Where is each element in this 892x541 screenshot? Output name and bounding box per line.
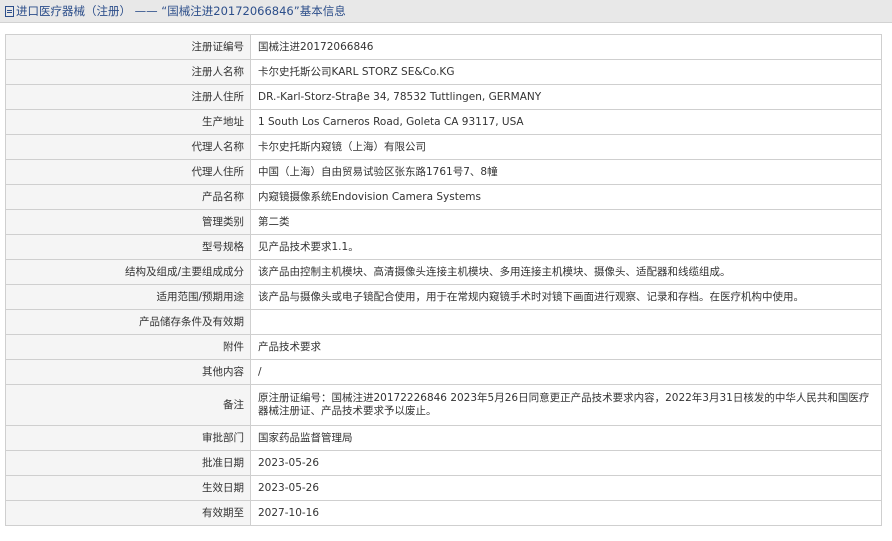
- storage-conditions-value: [250, 309, 882, 335]
- structure-composition-value: 该产品由控制主机模块、高清摄像头连接主机模块、多用连接主机模块、摄像头、适配器和…: [250, 259, 882, 285]
- info-row-effective-date: 生效日期 2023-05-26: [5, 475, 882, 501]
- info-row-model-spec: 型号规格 见产品技术要求1.1。: [5, 234, 882, 260]
- registrant-address-value: DR.-Karl-Storz-Straβe 34, 78532 Tuttling…: [250, 84, 882, 110]
- production-address-label: 生产地址: [5, 109, 251, 135]
- model-spec-label: 型号规格: [5, 234, 251, 260]
- remarks-value: 原注册证编号：国械注进20172226846 2023年5月26日同意更正产品技…: [250, 384, 882, 426]
- agent-name-value: 卡尔史托斯内窥镜（上海）有限公司: [250, 134, 882, 160]
- other-content-value: /: [250, 359, 882, 385]
- info-row-valid-until: 有效期至 2027-10-16: [5, 500, 882, 526]
- agent-address-label: 代理人住所: [5, 159, 251, 185]
- info-row-management-class: 管理类别 第二类: [5, 209, 882, 235]
- approval-department-label: 审批部门: [5, 425, 251, 451]
- info-row-scope-of-use: 适用范围/预期用途 该产品与摄像头或电子镜配合使用，用于在常规内窥镜手术时对镜下画…: [5, 284, 882, 310]
- scope-of-use-label: 适用范围/预期用途: [5, 284, 251, 310]
- registration-number-label: 注册证编号: [5, 34, 251, 60]
- scope-of-use-value: 该产品与摄像头或电子镜配合使用，用于在常规内窥镜手术时对镜下画面进行观察、记录和…: [250, 284, 882, 310]
- info-row-registrant-address: 注册人住所 DR.-Karl-Storz-Straβe 34, 78532 Tut…: [5, 84, 882, 110]
- attachment-label: 附件: [5, 334, 251, 360]
- structure-composition-label: 结构及组成/主要组成成分: [5, 259, 251, 285]
- approval-department-value: 国家药品监督管理局: [250, 425, 882, 451]
- registration-number-value: 国械注进20172066846: [250, 34, 882, 60]
- info-row-structure-composition: 结构及组成/主要组成成分 该产品由控制主机模块、高清摄像头连接主机模块、多用连接主…: [5, 259, 882, 285]
- model-spec-value: 见产品技术要求1.1。: [250, 234, 882, 260]
- remarks-label: 备注: [5, 384, 251, 426]
- info-row-approval-date: 批准日期 2023-05-26: [5, 450, 882, 476]
- agent-address-value: 中国（上海）自由贸易试验区张东路1761号7、8幢: [250, 159, 882, 185]
- product-name-label: 产品名称: [5, 184, 251, 210]
- info-row-agent-name: 代理人名称 卡尔史托斯内窥镜（上海）有限公司: [5, 134, 882, 160]
- approval-date-label: 批准日期: [5, 450, 251, 476]
- info-row-registrant-name: 注册人名称 卡尔史托斯公司KARL STORZ SE&Co.KG: [5, 59, 882, 85]
- registrant-name-value: 卡尔史托斯公司KARL STORZ SE&Co.KG: [250, 59, 882, 85]
- info-row-registration-number: 注册证编号 国械注进20172066846: [5, 34, 882, 60]
- page-title-text: 进口医疗器械（注册） —— “国械注进20172066846”基本信息: [16, 4, 346, 18]
- effective-date-label: 生效日期: [5, 475, 251, 501]
- attachment-value: 产品技术要求: [250, 334, 882, 360]
- agent-name-label: 代理人名称: [5, 134, 251, 160]
- document-icon: [5, 5, 14, 17]
- info-row-attachment: 附件 产品技术要求: [5, 334, 882, 360]
- page-header: 进口医疗器械（注册） —— “国械注进20172066846”基本信息: [0, 0, 892, 23]
- registrant-name-label: 注册人名称: [5, 59, 251, 85]
- product-name-value: 内窥镜摄像系统Endovision Camera Systems: [250, 184, 882, 210]
- info-row-agent-address: 代理人住所 中国（上海）自由贸易试验区张东路1761号7、8幢: [5, 159, 882, 185]
- valid-until-label: 有效期至: [5, 500, 251, 526]
- approval-date-value: 2023-05-26: [250, 450, 882, 476]
- page-title: 进口医疗器械（注册） —— “国械注进20172066846”基本信息: [5, 4, 346, 18]
- info-row-product-name: 产品名称 内窥镜摄像系统Endovision Camera Systems: [5, 184, 882, 210]
- management-class-label: 管理类别: [5, 209, 251, 235]
- info-row-approval-department: 审批部门 国家药品监督管理局: [5, 425, 882, 451]
- info-row-storage-conditions: 产品储存条件及有效期: [5, 309, 882, 335]
- effective-date-value: 2023-05-26: [250, 475, 882, 501]
- basic-info-table: 注册证编号 国械注进20172066846 注册人名称 卡尔史托斯公司KARL STO…: [5, 34, 882, 526]
- valid-until-value: 2027-10-16: [250, 500, 882, 526]
- management-class-value: 第二类: [250, 209, 882, 235]
- info-row-production-address: 生产地址 1 South Los Carneros Road, Goleta CA…: [5, 109, 882, 135]
- other-content-label: 其他内容: [5, 359, 251, 385]
- production-address-value: 1 South Los Carneros Road, Goleta CA 931…: [250, 109, 882, 135]
- info-row-remarks: 备注 原注册证编号：国械注进20172226846 2023年5月26日同意更正产…: [5, 384, 882, 426]
- info-row-other-content: 其他内容 /: [5, 359, 882, 385]
- registrant-address-label: 注册人住所: [5, 84, 251, 110]
- storage-conditions-label: 产品储存条件及有效期: [5, 309, 251, 335]
